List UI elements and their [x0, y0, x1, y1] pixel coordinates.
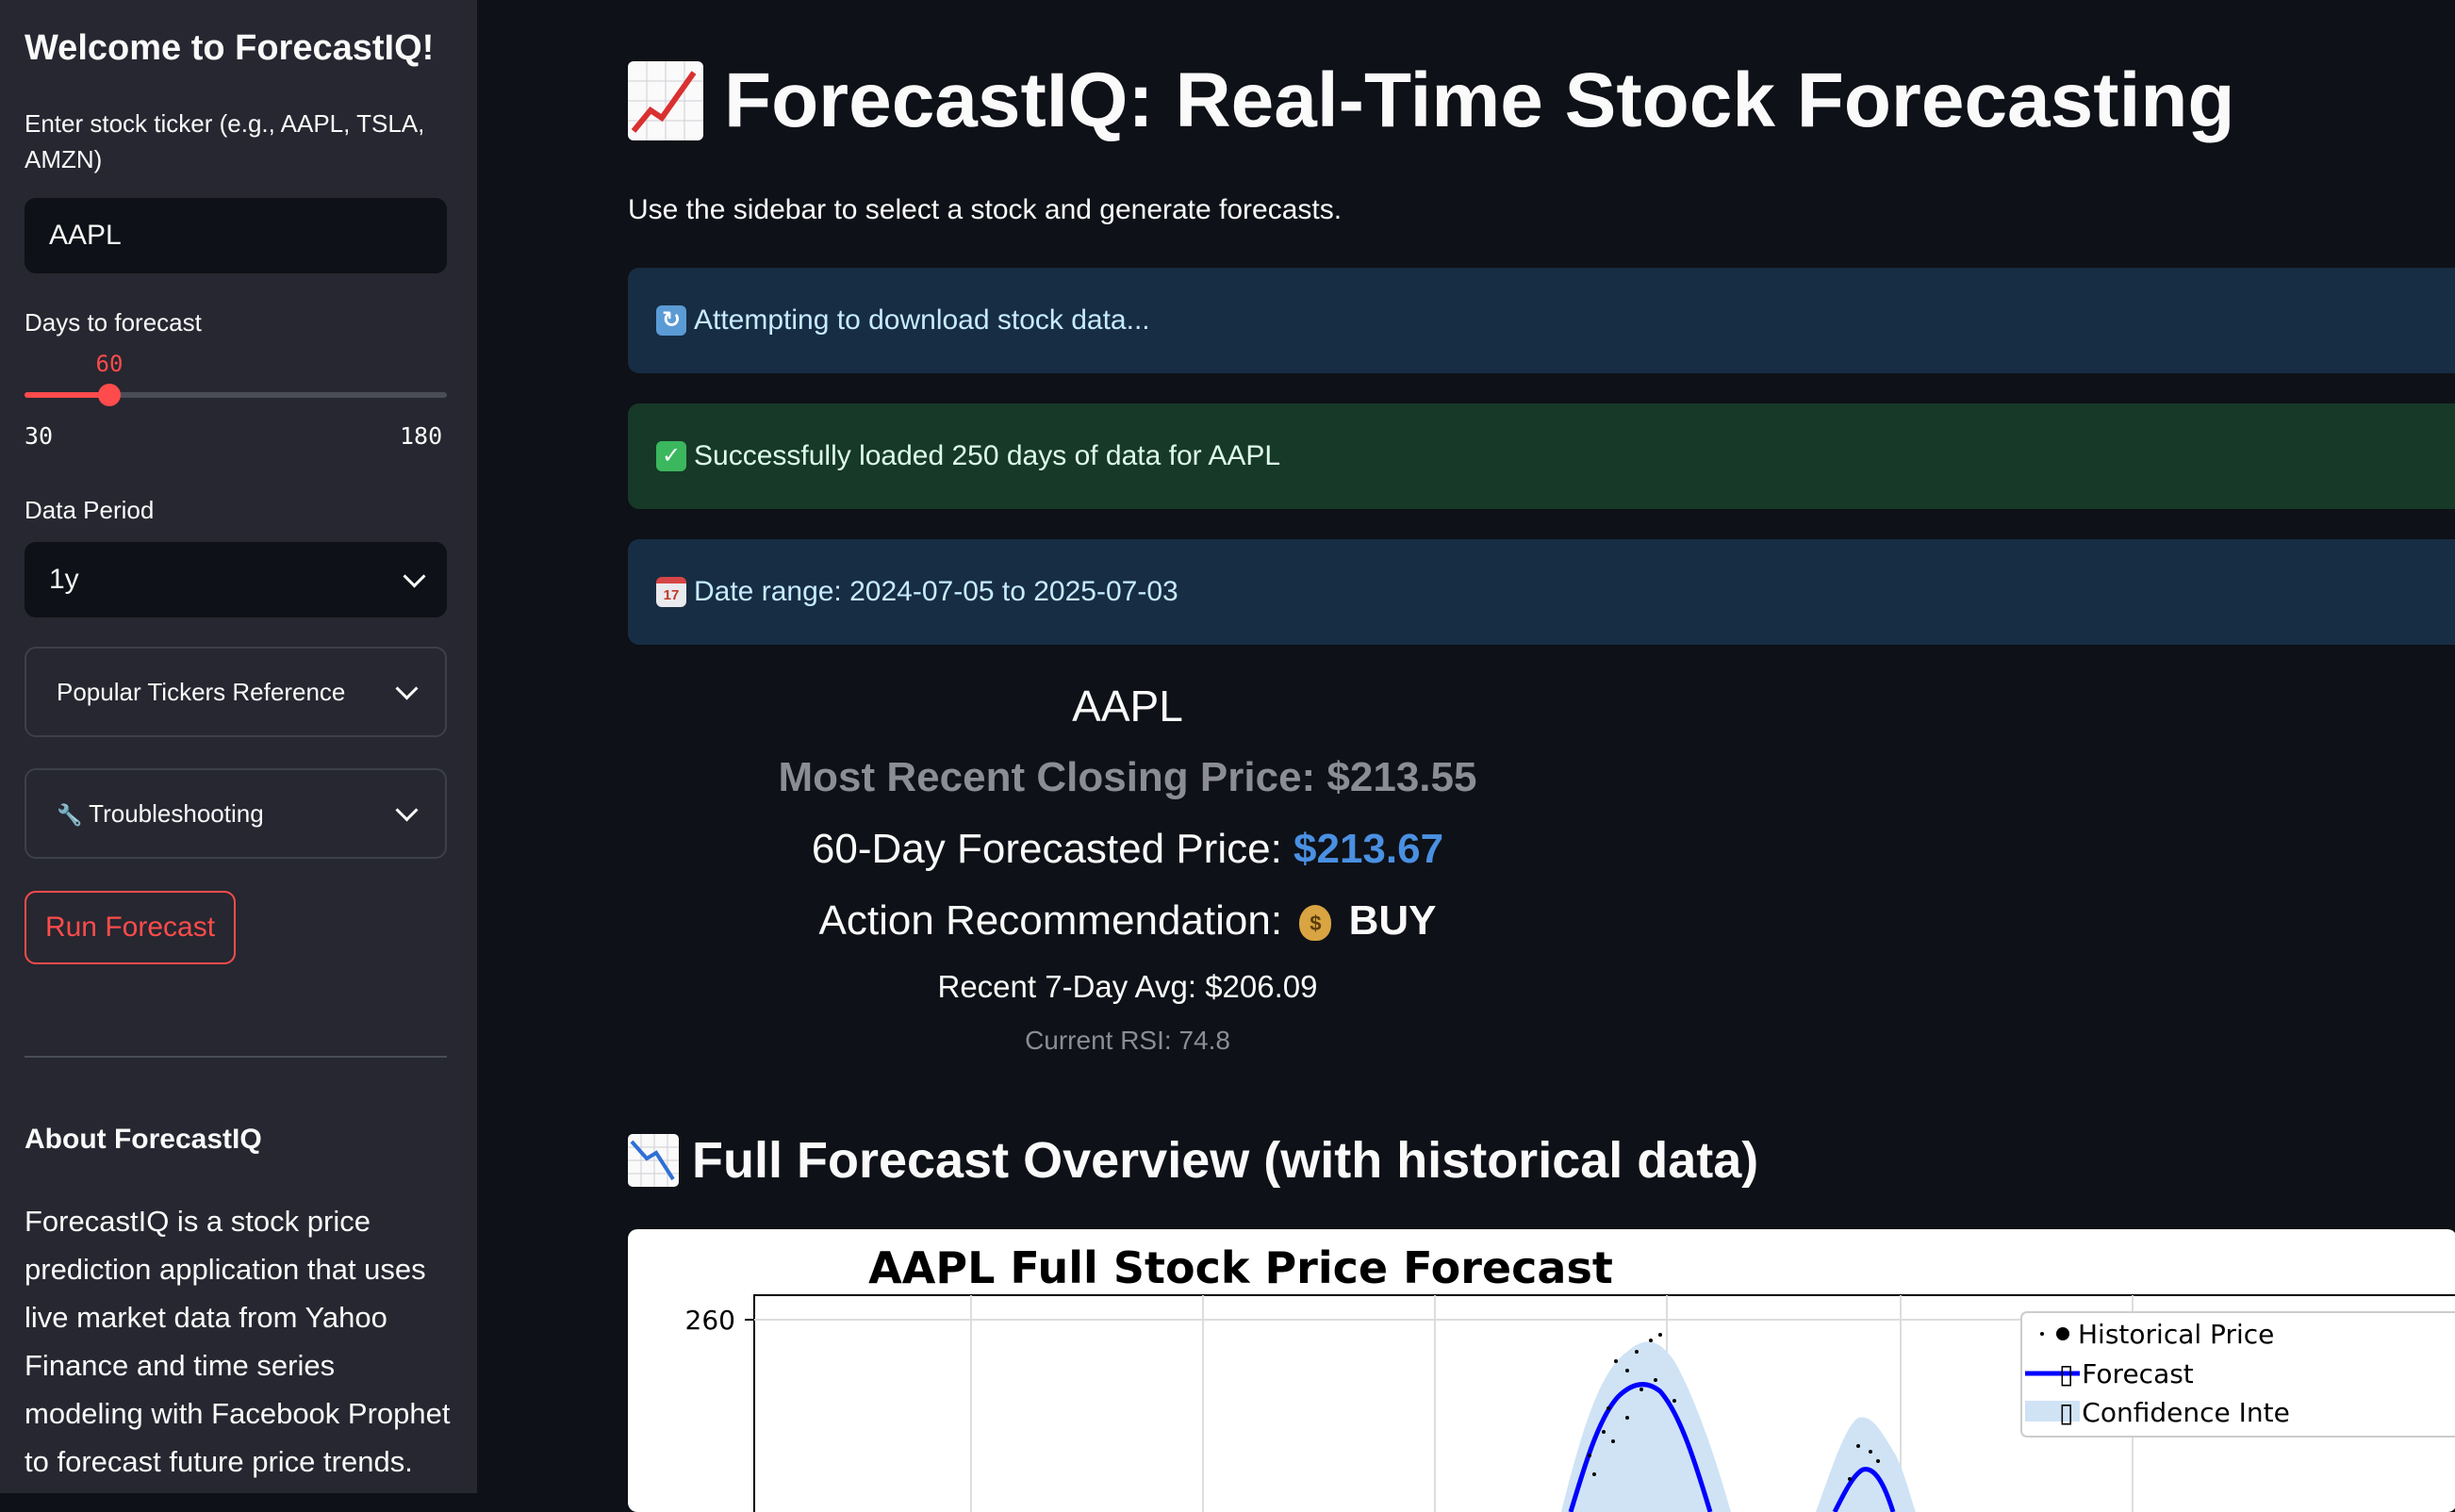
- days-label: Days to forecast: [25, 308, 202, 337]
- section-title-text: Full Forecast Overview (with historical …: [692, 1132, 1759, 1189]
- success-alert: ✓ Successfully loaded 250 days of data f…: [628, 403, 2455, 509]
- info-alert-daterange: 17 Date range: 2024-07-05 to 2025-07-03: [628, 539, 2455, 645]
- about-text: ForecastIQ is a stock price prediction a…: [25, 1205, 451, 1478]
- forecast-label: 60-Day Forecasted Price:: [811, 826, 1294, 872]
- current-rsi: Current RSI: 74.8: [1025, 1026, 1230, 1055]
- forecast-price: 60-Day Forecasted Price: $213.67: [628, 826, 1627, 873]
- troubleshooting-expander[interactable]: 🔧 Troubleshooting: [25, 768, 447, 859]
- legend-confidence: ▯ Confidence Inte: [2059, 1397, 2290, 1428]
- main-content: ForecastIQ: Real-Time Stock Forecasting …: [477, 0, 2455, 1512]
- money-bag-icon: $: [1299, 905, 1332, 942]
- chart-increasing-icon: [628, 61, 703, 140]
- about-title: About ForecastIQ: [25, 1124, 262, 1155]
- page-title: ForecastIQ: Real-Time Stock Forecasting: [628, 57, 2235, 145]
- sidebar: Welcome to ForecastIQ! Enter stock ticke…: [0, 0, 477, 1493]
- chart-legend: Historical Price ▯ Forecast ▯ Confidence…: [2020, 1311, 2455, 1438]
- period-value: 1y: [49, 564, 79, 595]
- chart-plot: 260 Historical Price ▯ Forecast ▯ Confid…: [685, 1294, 2455, 1512]
- chart-decreasing-icon: [628, 1134, 679, 1187]
- slider-max: 180: [400, 422, 443, 450]
- expander-label: Popular Tickers Reference: [57, 677, 346, 706]
- alert-text: Date range: 2024-07-05 to 2025-07-03: [694, 576, 1178, 607]
- chevron-down-icon: [403, 564, 426, 588]
- chevron-down-icon: [395, 797, 419, 822]
- ticker-heading: AAPL: [1072, 682, 1183, 731]
- popular-tickers-expander[interactable]: Popular Tickers Reference: [25, 647, 447, 737]
- wrench-icon: 🔧: [57, 802, 83, 827]
- seven-day-avg: Recent 7-Day Avg: $206.09: [937, 969, 1318, 1004]
- chevron-down-icon: [395, 676, 419, 700]
- ticker-label: Enter stock ticker (e.g., AAPL, TSLA, AM…: [25, 109, 425, 173]
- ticker-input[interactable]: [25, 198, 447, 273]
- page-title-text: ForecastIQ: Real-Time Stock Forecasting: [724, 58, 2235, 143]
- check-icon: ✓: [656, 441, 686, 471]
- forecast-value: $213.67: [1293, 826, 1444, 872]
- sidebar-title: Welcome to ForecastIQ!: [25, 28, 435, 68]
- page-subtitle: Use the sidebar to select a stock and ge…: [628, 194, 1343, 225]
- y-tick-label: 260: [685, 1305, 735, 1336]
- slider-value: 60: [95, 351, 124, 377]
- recent-close: Most Recent Closing Price: $213.55: [778, 754, 1477, 800]
- days-slider[interactable]: 60: [25, 351, 447, 420]
- action-recommendation: Action Recommendation: $ BUY: [628, 897, 1627, 945]
- alert-text: Successfully loaded 250 days of data for…: [694, 440, 1281, 471]
- info-alert-download: ↻ Attempting to download stock data...: [628, 268, 2455, 373]
- slider-min: 30: [25, 422, 54, 450]
- confidence-band: [1561, 1341, 1731, 1512]
- expander-label: Troubleshooting: [89, 798, 264, 828]
- slider-fill: [25, 392, 109, 398]
- expander-label-wrap: 🔧 Troubleshooting: [57, 799, 264, 829]
- period-label: Data Period: [25, 496, 155, 524]
- alert-text: Attempting to download stock data...: [694, 304, 1150, 336]
- period-select[interactable]: 1y: [25, 542, 447, 617]
- divider: [25, 1056, 447, 1058]
- slider-thumb[interactable]: [98, 384, 121, 406]
- action-value: BUY: [1348, 897, 1437, 944]
- legend-historical: Historical Price: [2078, 1319, 2274, 1350]
- run-forecast-button[interactable]: Run Forecast: [25, 891, 236, 964]
- refresh-icon: ↻: [656, 305, 686, 336]
- section-title: Full Forecast Overview (with historical …: [628, 1131, 1758, 1190]
- calendar-icon: 17: [656, 577, 686, 607]
- legend-forecast: ▯ Forecast: [2059, 1358, 2194, 1389]
- forecast-chart: AAPL Full Stock Price Forecast 260 Histo…: [628, 1229, 2455, 1512]
- action-label: Action Recommendation:: [818, 897, 1283, 944]
